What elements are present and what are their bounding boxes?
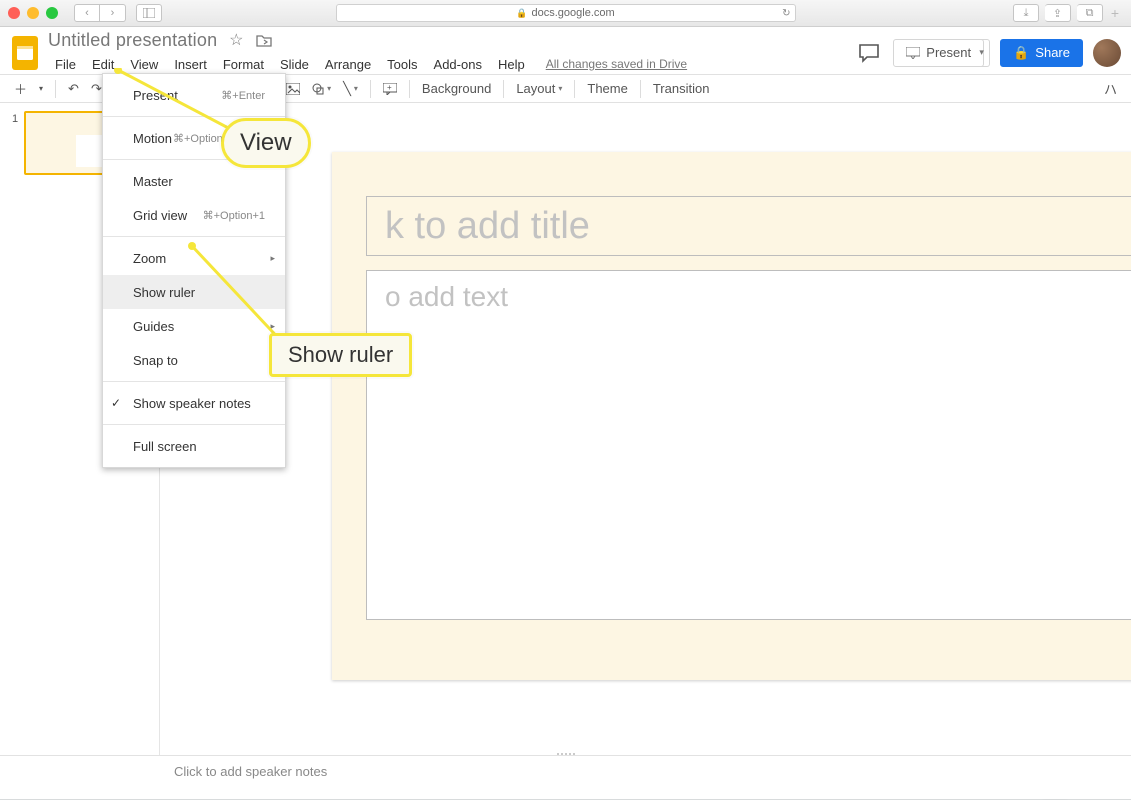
menu-item-grid-view[interactable]: Grid view ⌘+Option+1	[103, 198, 285, 232]
transition-button[interactable]: Transition	[647, 78, 716, 100]
slide: k to add title o add text	[332, 152, 1131, 680]
tabs-button[interactable]: ⧉	[1077, 4, 1103, 22]
menu-item-show-ruler[interactable]: Show ruler	[103, 275, 285, 309]
menu-item-present[interactable]: Present ⌘+Enter	[103, 78, 285, 112]
separator	[640, 80, 641, 98]
separator	[103, 236, 285, 237]
shortcut: ⌘+Enter	[221, 89, 265, 102]
present-dropdown-button[interactable]: ▾	[974, 39, 990, 67]
label: Grid view	[133, 208, 187, 223]
share-button[interactable]: 🔒 Share	[1000, 39, 1083, 67]
undo-button[interactable]: ↶	[62, 78, 85, 100]
speaker-notes-pane[interactable]: Click to add speaker notes	[0, 755, 1131, 799]
label: Full screen	[133, 439, 197, 454]
docs-header: Untitled presentation ☆ File Edit View I…	[0, 27, 1131, 74]
share-label: Share	[1035, 45, 1070, 60]
annotation-show-ruler-callout: Show ruler	[269, 333, 412, 377]
collapse-toolbar-button[interactable]: ハ	[1098, 78, 1123, 100]
slide-canvas-area[interactable]: k to add title o add text	[160, 103, 1131, 755]
back-button[interactable]: ‹	[74, 4, 100, 22]
comments-icon[interactable]	[855, 39, 883, 67]
notes-placeholder: Click to add speaker notes	[174, 764, 327, 779]
present-button[interactable]: Present	[893, 39, 984, 67]
svg-text:+: +	[387, 83, 392, 92]
label: Zoom	[133, 251, 166, 266]
downloads-button[interactable]: ⤓	[1013, 4, 1039, 22]
separator	[103, 116, 285, 117]
present-label: Present	[926, 45, 971, 60]
body-placeholder-text: o add text	[385, 281, 508, 312]
move-to-folder-icon[interactable]	[255, 31, 273, 49]
present-icon	[906, 47, 920, 59]
label: Show ruler	[133, 285, 195, 300]
account-avatar[interactable]	[1093, 39, 1121, 67]
minimize-window-icon[interactable]	[27, 7, 39, 19]
menu-item-speaker-notes[interactable]: ✓ Show speaker notes	[103, 386, 285, 420]
window-traffic-lights	[8, 7, 58, 19]
new-tab-button[interactable]: +	[1107, 0, 1123, 27]
label: Present	[133, 88, 178, 103]
lock-icon: 🔒	[1013, 45, 1029, 61]
separator	[103, 381, 285, 382]
separator	[103, 424, 285, 425]
share-browser-button[interactable]: ⇪	[1045, 4, 1071, 22]
label: Motion	[133, 131, 172, 146]
menu-addons[interactable]: Add-ons	[427, 53, 489, 76]
slides-logo-icon[interactable]	[10, 34, 40, 72]
menu-item-snap-to[interactable]: Snap to ▸	[103, 343, 285, 377]
browser-nav: ‹ ›	[74, 4, 126, 22]
label: Snap to	[133, 353, 178, 368]
label: Master	[133, 174, 173, 189]
separator	[574, 80, 575, 98]
submenu-arrow-icon: ▸	[270, 253, 275, 264]
menu-item-master[interactable]: Master	[103, 164, 285, 198]
reload-icon[interactable]: ↻	[782, 8, 790, 19]
comment-button[interactable]: +	[377, 78, 403, 100]
shape-button[interactable]	[306, 78, 337, 100]
menu-tools[interactable]: Tools	[380, 53, 424, 76]
menu-item-full-screen[interactable]: Full screen	[103, 429, 285, 463]
macos-titlebar: ‹ › 🔒 docs.google.com ↻ ⤓ ⇪ ⧉ +	[0, 0, 1131, 27]
star-icon[interactable]: ☆	[227, 31, 245, 49]
menu-arrange[interactable]: Arrange	[318, 53, 378, 76]
annotation-view-callout: View	[221, 118, 311, 168]
title-placeholder-text: k to add title	[385, 205, 590, 248]
slide-number: 1	[12, 113, 18, 125]
menu-file[interactable]: File	[48, 53, 83, 76]
separator	[503, 80, 504, 98]
url-text: docs.google.com	[532, 7, 615, 19]
line-button[interactable]: ╲	[337, 78, 364, 100]
shortcut: ⌘+Option+1	[203, 209, 265, 222]
lock-icon: 🔒	[516, 8, 527, 19]
submenu-arrow-icon: ▸	[270, 321, 275, 332]
address-bar[interactable]: 🔒 docs.google.com ↻	[336, 4, 796, 22]
title-placeholder[interactable]: k to add title	[366, 196, 1131, 256]
menu-help[interactable]: Help	[491, 53, 532, 76]
separator	[409, 80, 410, 98]
body-placeholder[interactable]: o add text	[366, 270, 1131, 620]
check-icon: ✓	[111, 396, 121, 410]
maximize-window-icon[interactable]	[46, 7, 58, 19]
background-button[interactable]: Background	[416, 78, 497, 100]
theme-button[interactable]: Theme	[581, 78, 633, 100]
document-title[interactable]: Untitled presentation	[48, 30, 217, 51]
menu-item-zoom[interactable]: Zoom ▸	[103, 241, 285, 275]
label: Show speaker notes	[133, 396, 251, 411]
drive-save-status[interactable]: All changes saved in Drive	[546, 57, 687, 71]
label: Guides	[133, 319, 174, 334]
layout-button[interactable]: Layout	[510, 78, 568, 100]
separator	[370, 80, 371, 98]
sidebar-toggle-button[interactable]	[136, 4, 162, 22]
forward-button[interactable]: ›	[100, 4, 126, 22]
notes-resize-handle[interactable]	[551, 753, 581, 759]
menu-item-guides[interactable]: Guides ▸	[103, 309, 285, 343]
new-slide-button[interactable]: ＋	[8, 78, 33, 100]
separator	[55, 80, 56, 98]
close-window-icon[interactable]	[8, 7, 20, 19]
new-slide-dropdown[interactable]: ▾	[33, 78, 49, 100]
